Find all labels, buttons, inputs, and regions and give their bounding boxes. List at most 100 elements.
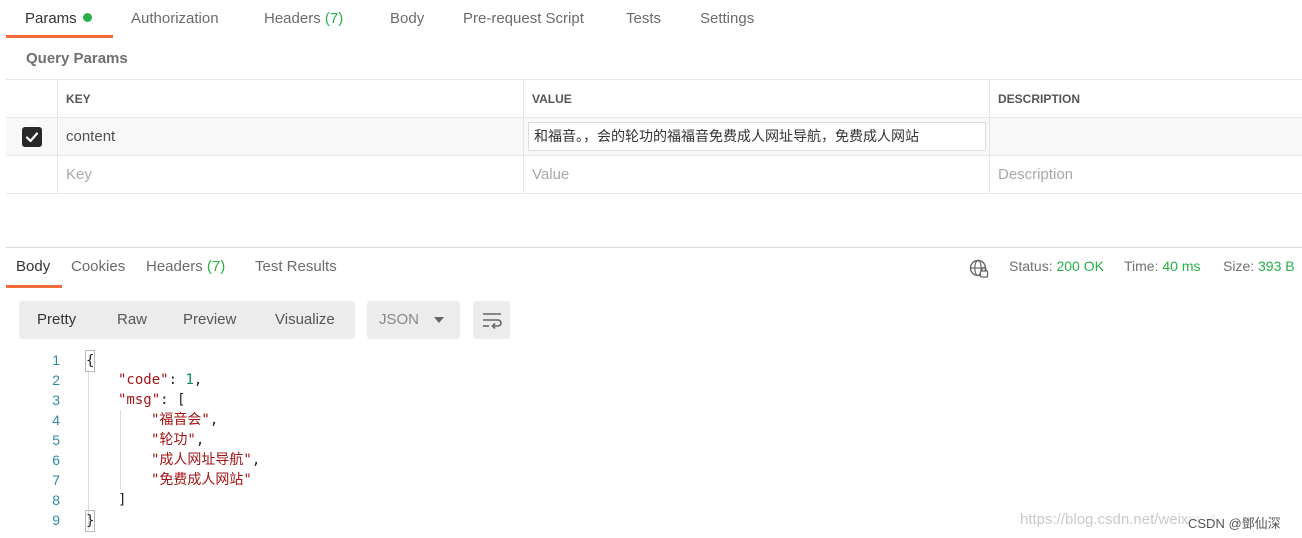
status-value: 200 OK bbox=[1056, 258, 1104, 274]
pane-divider[interactable] bbox=[6, 247, 1302, 248]
row-checkbox-cell bbox=[6, 118, 57, 155]
response-status[interactable]: Status: 200 OK bbox=[1009, 258, 1104, 280]
json-separator: : bbox=[168, 372, 186, 388]
view-preview-button[interactable]: Preview bbox=[183, 301, 236, 339]
code-line: 1{ bbox=[0, 350, 900, 372]
view-pretty-button[interactable]: Pretty bbox=[37, 301, 76, 339]
code-text: "免费成人网站" bbox=[151, 470, 252, 490]
code-line: 9} bbox=[0, 510, 900, 532]
line-number: 6 bbox=[52, 452, 60, 468]
tab-authorization[interactable]: Authorization bbox=[131, 0, 219, 38]
tab-label: Settings bbox=[700, 10, 755, 27]
json-punct: , bbox=[193, 372, 203, 388]
tab-settings[interactable]: Settings bbox=[700, 0, 754, 38]
response-time[interactable]: Time: 40 ms bbox=[1124, 258, 1201, 280]
json-key: "msg" bbox=[118, 392, 161, 408]
status-label: Status: bbox=[1009, 258, 1053, 274]
select-column-header bbox=[6, 80, 57, 117]
row-checkbox-cell bbox=[6, 156, 57, 193]
json-punct: , bbox=[251, 452, 261, 468]
network-globe-icon[interactable] bbox=[969, 259, 989, 279]
json-punct: , bbox=[195, 432, 205, 448]
tab-body[interactable]: Body bbox=[390, 0, 424, 38]
tab-label: Authorization bbox=[131, 10, 219, 27]
size-label: Size: bbox=[1223, 258, 1255, 274]
tab-label: Pre-request Script bbox=[463, 10, 584, 27]
params-header-row: KEY VALUE DESCRIPTION bbox=[6, 79, 1302, 118]
param-value-field[interactable]: 和福音。，会的轮功的福福音免费成人网址导航，免费成人网站 bbox=[528, 122, 986, 151]
json-separator: : bbox=[160, 392, 178, 408]
json-punct: [ bbox=[177, 392, 186, 408]
line-number: 4 bbox=[52, 412, 60, 428]
tab-label: Test Results bbox=[255, 258, 337, 275]
code-text: "成人网址导航", bbox=[151, 450, 260, 470]
code-text: "轮功", bbox=[151, 430, 204, 450]
line-number: 7 bbox=[52, 472, 60, 488]
time-label: Time: bbox=[1124, 258, 1159, 274]
new-description-input[interactable]: Description bbox=[989, 156, 1302, 193]
modified-dot-icon bbox=[82, 13, 92, 22]
format-value: JSON bbox=[379, 311, 420, 328]
active-tab-underline bbox=[6, 285, 62, 288]
json-key: "code" bbox=[118, 372, 169, 388]
column-header-key: KEY bbox=[57, 80, 523, 117]
code-line: 6 "成人网址导航", bbox=[0, 450, 900, 470]
tab-headers[interactable]: Headers (7) bbox=[264, 0, 343, 38]
response-tab-headers[interactable]: Headers (7) bbox=[146, 258, 225, 280]
view-mode-selector: Pretty Raw Preview Visualize bbox=[19, 301, 355, 339]
new-key-input[interactable]: Key bbox=[57, 156, 523, 193]
active-tab-underline bbox=[6, 35, 113, 38]
checkmark-icon bbox=[25, 131, 38, 142]
code-line: 7 "免费成人网站" bbox=[0, 470, 900, 490]
row-enabled-checkbox[interactable] bbox=[21, 126, 42, 147]
code-text: "msg": [ bbox=[118, 390, 185, 410]
line-number: 2 bbox=[52, 372, 60, 388]
code-text: } bbox=[85, 510, 96, 532]
csdn-credit: CSDN @鄧仙深 bbox=[1188, 513, 1281, 532]
tab-tests[interactable]: Tests bbox=[626, 0, 661, 38]
view-visualize-button[interactable]: Visualize bbox=[275, 301, 335, 339]
tab-label: Headers bbox=[264, 10, 321, 27]
wrap-lines-button[interactable] bbox=[473, 301, 510, 339]
code-line: 3 "msg": [ bbox=[0, 390, 900, 410]
query-params-title: Query Params bbox=[26, 50, 128, 67]
table-row: content 和福音。，会的轮功的福福音免费成人网址导航，免费成人网站 bbox=[6, 118, 1302, 156]
code-line: 4 "福音会", bbox=[0, 410, 900, 430]
param-description-field[interactable] bbox=[989, 118, 1302, 155]
tab-pre-request-script[interactable]: Pre-request Script bbox=[463, 0, 584, 38]
tab-params[interactable]: Params bbox=[25, 0, 92, 38]
response-tab-cookies[interactable]: Cookies bbox=[71, 258, 125, 280]
tab-label: Body bbox=[390, 10, 425, 27]
json-string: "成人网址导航" bbox=[151, 452, 252, 468]
json-number: 1 bbox=[185, 372, 194, 388]
headers-count: (7) bbox=[206, 258, 226, 275]
tab-label: Tests bbox=[626, 10, 662, 27]
size-value: 393 B bbox=[1258, 258, 1295, 274]
headers-count: (7) bbox=[324, 10, 344, 27]
format-dropdown[interactable]: JSON bbox=[367, 301, 460, 339]
chevron-down-icon bbox=[434, 317, 444, 323]
request-tabs: Params Authorization Headers (7) Body Pr… bbox=[0, 0, 1302, 40]
code-text: "code": 1, bbox=[118, 370, 202, 390]
code-line: 8] bbox=[0, 490, 900, 510]
param-value-cell: 和福音。，会的轮功的福福音免费成人网址导航，免费成人网站 bbox=[523, 118, 989, 155]
response-tab-test-results[interactable]: Test Results bbox=[255, 258, 337, 280]
code-text: { bbox=[85, 350, 96, 372]
tab-label: Params bbox=[25, 10, 77, 27]
code-text: "福音会", bbox=[151, 410, 218, 430]
response-size[interactable]: Size: 393 B bbox=[1223, 258, 1295, 280]
line-number: 8 bbox=[52, 492, 60, 508]
response-tab-body[interactable]: Body bbox=[16, 258, 50, 280]
line-number: 3 bbox=[52, 392, 60, 408]
json-string: "福音会" bbox=[151, 412, 210, 428]
json-string: "免费成人网站" bbox=[151, 472, 252, 488]
view-raw-button[interactable]: Raw bbox=[117, 301, 147, 339]
tab-label: Headers bbox=[146, 258, 203, 275]
table-row: Key Value Description bbox=[6, 156, 1302, 194]
tab-label: Cookies bbox=[71, 258, 126, 275]
line-number: 1 bbox=[52, 352, 60, 368]
line-number: 5 bbox=[52, 432, 60, 448]
json-punct: , bbox=[209, 412, 219, 428]
param-key-field[interactable]: content bbox=[57, 118, 523, 155]
new-value-input[interactable]: Value bbox=[523, 156, 989, 193]
